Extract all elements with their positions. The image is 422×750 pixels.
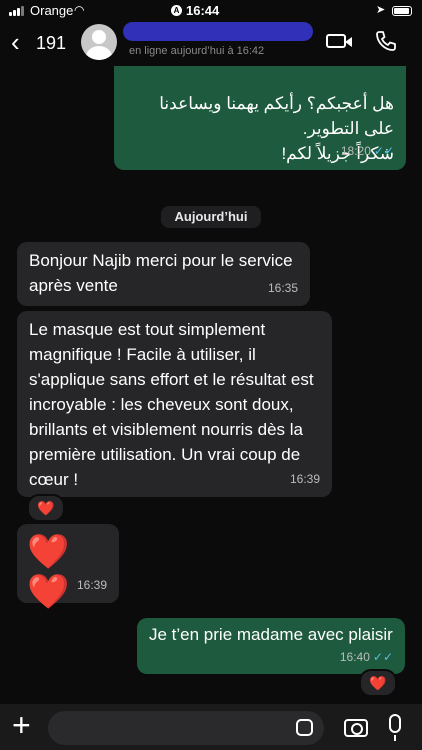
reaction-heart[interactable]: ❤️ [27, 494, 65, 522]
avatar[interactable] [81, 24, 117, 60]
location-icon: ➤ [376, 4, 386, 16]
message-text: ❤️ ❤️ [27, 533, 70, 611]
message-time: 16:40 [339, 650, 370, 664]
plus-icon[interactable]: + [12, 709, 31, 741]
composer-bar: + [0, 704, 422, 750]
wifi-icon: ◠ [74, 3, 85, 17]
status-time: 16:44 [186, 3, 220, 18]
microphone-icon[interactable] [389, 714, 401, 741]
message-text: Je t’en prie madame avec plaisir [149, 625, 393, 644]
carrier-name: Orange [30, 3, 74, 18]
alarm-icon: A [171, 5, 182, 16]
message-meta: 16:39 [290, 467, 320, 492]
signal-icon [9, 6, 27, 16]
message-input[interactable] [48, 711, 324, 745]
battery-icon [392, 6, 412, 16]
chevron-left-icon[interactable]: ‹ [11, 29, 20, 55]
contact-name-redacted[interactable] [123, 22, 313, 41]
back-count[interactable]: 191 [36, 33, 66, 54]
chat-area[interactable]: هل أعجبكم؟ رأيكم يهمنا ويساعدنا على التط… [0, 66, 422, 704]
video-call-icon[interactable] [326, 34, 352, 48]
chat-header: ‹ 191 en ligne aujourd’hui à 16:42 [0, 22, 422, 66]
message-time: 16:39 [289, 472, 320, 486]
message-text: Bonjour Najib merci pour le service aprè… [29, 251, 293, 295]
message-bubble-emoji[interactable]: ❤️ ❤️ 16:39 [17, 524, 119, 611]
message-bubble-incoming[interactable]: Le masque est tout simplement magnifique… [17, 311, 332, 497]
camera-icon[interactable] [344, 719, 368, 737]
read-ticks-icon: ✓✓ [372, 650, 393, 664]
reaction-heart[interactable]: ❤️ [359, 669, 397, 697]
message-meta: 18:20 ✓✓ [341, 114, 394, 164]
status-bar: Orange ◠ A 16:44 ➤ [0, 0, 422, 22]
message-meta: 16:39 [77, 573, 107, 598]
message-bubble-outgoing[interactable]: هل أعجبكم؟ رأيكم يهمنا ويساعدنا على التط… [114, 66, 406, 170]
message-bubble-incoming[interactable]: Bonjour Najib merci pour le service aprè… [17, 242, 310, 306]
phone-icon[interactable] [374, 29, 398, 53]
message-time: 16:35 [267, 281, 298, 295]
message-meta: 16:40 ✓✓ [340, 645, 393, 670]
presence-status: en ligne aujourd’hui à 16:42 [129, 45, 265, 57]
message-bubble-outgoing[interactable]: Je t’en prie madame avec plaisir 16:40 ✓✓ [137, 618, 405, 674]
message-meta: 16:35 [268, 276, 298, 301]
date-separator: Aujourd’hui [161, 206, 261, 228]
message-time: 16:39 [76, 578, 107, 592]
read-ticks-icon: ✓✓ [373, 144, 394, 158]
sticker-icon[interactable] [296, 719, 313, 736]
message-text: Le masque est tout simplement magnifique… [29, 320, 314, 489]
message-time: 18:20 [340, 144, 371, 158]
